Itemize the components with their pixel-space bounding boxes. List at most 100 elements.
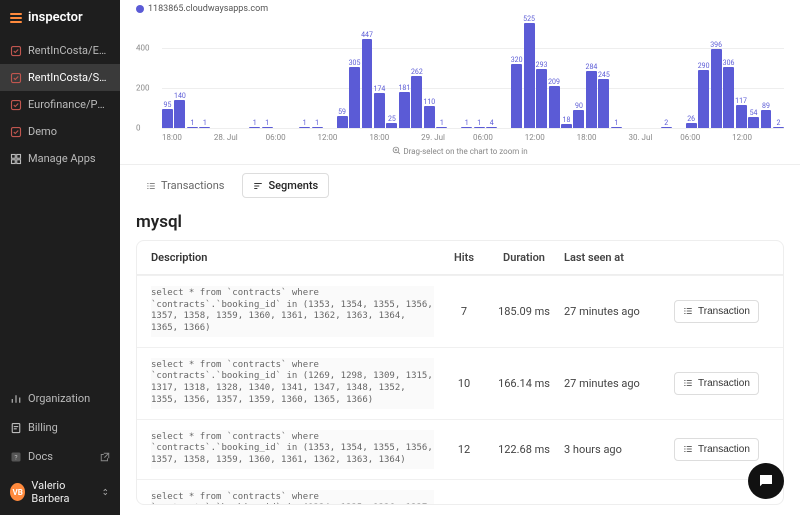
user-menu[interactable]: VB Valerio Barbera [0, 471, 120, 515]
chart-bar[interactable]: 1 [299, 127, 310, 128]
chart-bar[interactable]: 2 [661, 127, 672, 128]
chart-bar[interactable]: 1 [461, 127, 472, 128]
chart-bar[interactable]: 1 [199, 127, 210, 128]
chart-bar[interactable]: 110 [424, 106, 435, 128]
cell-hits: 12 [444, 443, 484, 456]
list-icon [683, 306, 693, 316]
tabs: Transactions Segments [120, 165, 800, 206]
cell-seen: 3 hours ago [564, 443, 664, 456]
chart-bar[interactable]: 447 [362, 39, 373, 128]
chart-bar[interactable]: 26 [686, 123, 697, 128]
sidebar-item-docs[interactable]: ? Docs [0, 442, 120, 471]
file-icon [10, 422, 22, 434]
tab-label: Transactions [161, 179, 224, 192]
th-description: Description [151, 251, 434, 264]
chart-bar[interactable]: 89 [761, 110, 772, 128]
table-row: select * from `contracts` where `contrac… [137, 275, 783, 347]
brand-name: inspector [28, 10, 83, 25]
chart-legend[interactable]: 1183865.cloudwaysapps.com [136, 4, 784, 14]
th-duration: Duration [494, 251, 554, 264]
bar-chart-icon [10, 393, 22, 405]
cell-seen: 27 minutes ago [564, 377, 664, 390]
chart-bar[interactable]: 90 [573, 110, 584, 128]
chart-bar[interactable]: 1 [249, 127, 260, 128]
chart-bar[interactable]: 209 [549, 86, 560, 128]
transaction-button[interactable]: Transaction [674, 372, 759, 395]
chart-bar[interactable]: 1 [312, 127, 323, 128]
transaction-button[interactable]: Transaction [674, 438, 759, 461]
chart-bar[interactable]: 1 [187, 127, 198, 128]
sidebar-item-manage-apps[interactable]: Manage Apps [0, 145, 120, 172]
chart-bar[interactable]: 396 [711, 49, 722, 128]
app-icon [10, 126, 22, 138]
sidebar-item-app-3[interactable]: Demo [0, 118, 120, 145]
chart-bar[interactable]: 54 [748, 117, 759, 128]
chart-bar[interactable]: 290 [698, 70, 709, 128]
cell-hits: 7 [444, 305, 484, 318]
transaction-button[interactable]: Transaction [674, 300, 759, 323]
tab-segments[interactable]: Segments [242, 173, 329, 198]
sidebar-item-organization[interactable]: Organization [0, 384, 120, 413]
main-content: 1183865.cloudwaysapps.com 0200400 951401… [120, 0, 800, 515]
sql-text: select * from `contracts` where `contrac… [151, 286, 434, 337]
chat-fab[interactable] [748, 463, 784, 499]
chart-bar[interactable]: 95 [162, 109, 173, 128]
chart-bar[interactable]: 1 [611, 127, 622, 128]
segments-icon [253, 181, 263, 191]
sidebar-item-label: RentInCosta/Sorr... [28, 71, 110, 84]
table-row: select * from `contracts` where `contrac… [137, 347, 783, 419]
chart-bar[interactable]: 140 [174, 100, 185, 128]
chart-bar[interactable]: 25 [386, 123, 397, 128]
chart-bar[interactable]: 1 [262, 127, 273, 128]
chart-bar[interactable]: 525 [524, 23, 535, 128]
sidebar-item-app-0[interactable]: RentInCosta/Efisio [0, 37, 120, 64]
chart-bar[interactable]: 18 [561, 124, 572, 128]
zoom-icon [392, 146, 401, 155]
sidebar-item-label: Organization [28, 392, 90, 405]
tab-transactions[interactable]: Transactions [136, 174, 234, 197]
sidebar-item-label: Eurofinance/PROD [28, 98, 110, 111]
chart-panel: 1183865.cloudwaysapps.com 0200400 951401… [120, 0, 800, 165]
svg-text:?: ? [14, 453, 17, 461]
sidebar-item-app-2[interactable]: Eurofinance/PROD [0, 91, 120, 118]
cell-seen: 27 minutes ago [564, 305, 664, 318]
chart-bar[interactable]: 305 [349, 67, 360, 128]
chart-bar[interactable]: 245 [598, 79, 609, 128]
chart-bar[interactable]: 2 [773, 127, 784, 128]
chart-bar[interactable]: 181 [399, 92, 410, 128]
external-link-icon [100, 452, 110, 462]
chart-bar[interactable]: 59 [337, 116, 348, 128]
nav-apps: RentInCosta/Efisio RentInCosta/Sorr... E… [0, 37, 120, 172]
chevron-updown-icon [101, 487, 110, 497]
chart-bar[interactable]: 4 [486, 127, 497, 128]
list-icon [683, 378, 693, 388]
cell-hits: 10 [444, 377, 484, 390]
th-seen: Last seen at [564, 251, 664, 264]
legend-label: 1183865.cloudwaysapps.com [148, 4, 268, 14]
sidebar-item-billing[interactable]: Billing [0, 413, 120, 442]
sidebar-item-app-1[interactable]: RentInCosta/Sorr... [0, 64, 120, 91]
chat-icon [757, 472, 775, 490]
chart-bar[interactable]: 262 [411, 76, 422, 128]
chart-bar[interactable]: 284 [586, 71, 597, 128]
chart-bar[interactable]: 306 [723, 67, 734, 128]
sql-text: select * from `contracts` where `contrac… [151, 358, 434, 409]
grid-icon [10, 153, 22, 165]
brand[interactable]: inspector [0, 0, 120, 37]
table-row: select * from `contracts` where `contrac… [137, 419, 783, 479]
chart-xaxis: 18:0028. Jul06:0012:0018:0029. Jul06:001… [162, 133, 784, 142]
table-body: select * from `contracts` where `contrac… [137, 275, 783, 505]
sidebar: inspector RentInCosta/Efisio RentInCosta… [0, 0, 120, 515]
chart-bar[interactable]: 1 [474, 127, 485, 128]
sql-text: select * from `contracts` where `contrac… [151, 430, 434, 469]
chart-bar[interactable]: 174 [374, 93, 385, 128]
chart-bars: 9514011111159305447174251812621101114320… [162, 16, 784, 128]
list-icon [146, 181, 156, 191]
segments-table: Description Hits Duration Last seen at s… [136, 240, 784, 505]
chart-bar[interactable]: 1 [436, 127, 447, 128]
chart-bar[interactable]: 320 [511, 64, 522, 128]
chart-bar[interactable]: 293 [536, 69, 547, 128]
legend-dot-icon [136, 5, 144, 13]
bar-chart[interactable]: 0200400 95140111111593054471742518126211… [136, 16, 784, 142]
chart-bar[interactable]: 117 [736, 105, 747, 128]
